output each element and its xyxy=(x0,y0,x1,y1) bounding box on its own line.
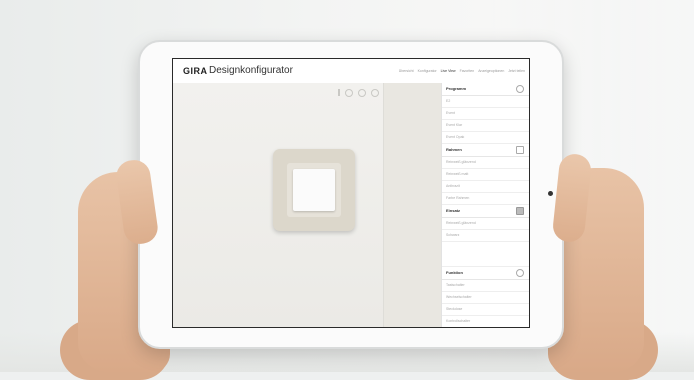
preview-side-panel xyxy=(383,83,442,327)
list-item[interactable]: Farbe Rahmen xyxy=(442,193,529,205)
section-title: Rahmen xyxy=(446,147,462,152)
nav-item-overview[interactable]: Übersicht xyxy=(399,69,414,73)
section-title: Programm xyxy=(446,86,467,91)
list-item[interactable]: Reinweiß glänzend xyxy=(442,157,529,169)
item-label: Tastschalter xyxy=(446,283,465,287)
nav-item-display-options[interactable]: Anzeigeoptionen xyxy=(478,69,504,73)
app-title: Designkonfigurator xyxy=(209,65,293,76)
list-item[interactable]: Event Opak xyxy=(442,132,529,144)
nav-item-configurator[interactable]: Konfigurator xyxy=(418,69,437,73)
pen-icon[interactable] xyxy=(371,89,379,97)
list-item[interactable]: Tastschalter xyxy=(442,280,529,292)
section-title: Einsatz xyxy=(446,208,461,213)
list-item[interactable]: Event Klar xyxy=(442,120,529,132)
item-label: Reinweiß glänzend xyxy=(446,221,476,225)
canvas-toolbar xyxy=(338,89,379,97)
list-item[interactable]: Anthrazit xyxy=(442,181,529,193)
list-item[interactable]: Schwarz xyxy=(442,230,529,242)
nav-item-live-view[interactable]: Live View xyxy=(441,69,456,73)
nav-item-share[interactable]: Jetzt teilen xyxy=(508,69,525,73)
item-label: Event Opak xyxy=(446,135,465,139)
item-label: Reinweiß glänzend xyxy=(446,160,476,164)
pin-icon[interactable] xyxy=(338,89,340,96)
info-icon xyxy=(516,85,524,93)
nav-item-favorites[interactable]: Favoriten xyxy=(460,69,475,73)
list-item[interactable]: Reinweiß matt xyxy=(442,169,529,181)
section-einsatz: Einsatz Reinweiß glänzend Schwarz xyxy=(442,205,529,267)
spacer xyxy=(442,242,529,267)
preview-canvas xyxy=(173,83,383,327)
list-item[interactable]: E2 xyxy=(442,96,529,108)
section-rahmen: Rahmen Reinweiß glänzend Reinweiß matt A… xyxy=(442,144,529,205)
item-label: Schwarz xyxy=(446,233,460,237)
list-item[interactable]: Wechselschalter xyxy=(442,292,529,304)
app-header: GIRA Designkonfigurator Übersicht Konfig… xyxy=(173,59,529,84)
top-nav: Übersicht Konfigurator Live View Favorit… xyxy=(399,69,525,73)
home-button xyxy=(548,191,553,196)
share-icon[interactable] xyxy=(345,89,353,97)
eye-icon[interactable] xyxy=(358,89,366,97)
item-label: Event xyxy=(446,111,455,115)
section-title: Funktion xyxy=(446,270,463,275)
list-item[interactable]: Event xyxy=(442,108,529,120)
checkbox-icon xyxy=(516,146,524,154)
section-header[interactable]: Rahmen xyxy=(442,144,529,157)
section-header[interactable]: Einsatz xyxy=(442,205,529,218)
item-label: Event Klar xyxy=(446,123,463,127)
tablet-screen: GIRA Designkonfigurator Übersicht Konfig… xyxy=(172,58,530,328)
item-label: Anthrazit xyxy=(446,184,460,188)
section-header[interactable]: Funktion xyxy=(442,267,529,280)
item-label: Kontrollschalter xyxy=(446,319,471,323)
item-label: Reinweiß matt xyxy=(446,172,469,176)
section-header[interactable]: Programm xyxy=(442,83,529,96)
info-icon xyxy=(516,269,524,277)
image-icon xyxy=(516,207,524,215)
list-item[interactable]: Kontrollschalter xyxy=(442,316,529,327)
list-item[interactable]: Reinweiß glänzend xyxy=(442,218,529,230)
brand-logo: GIRA xyxy=(183,66,208,76)
item-label: E2 xyxy=(446,99,451,103)
list-item[interactable]: Steckdose xyxy=(442,304,529,316)
section-programm: Programm E2 Event Event Klar Event Opak xyxy=(442,83,529,144)
item-label: Farbe Rahmen xyxy=(446,196,470,200)
item-label: Steckdose xyxy=(446,307,463,311)
switch-rocker xyxy=(293,169,335,211)
switch-frame xyxy=(273,149,355,231)
config-sidebar: Programm E2 Event Event Klar Event Opak … xyxy=(441,83,529,327)
section-funktion: Funktion Tastschalter Wechselschalter St… xyxy=(442,267,529,327)
item-label: Wechselschalter xyxy=(446,295,472,299)
